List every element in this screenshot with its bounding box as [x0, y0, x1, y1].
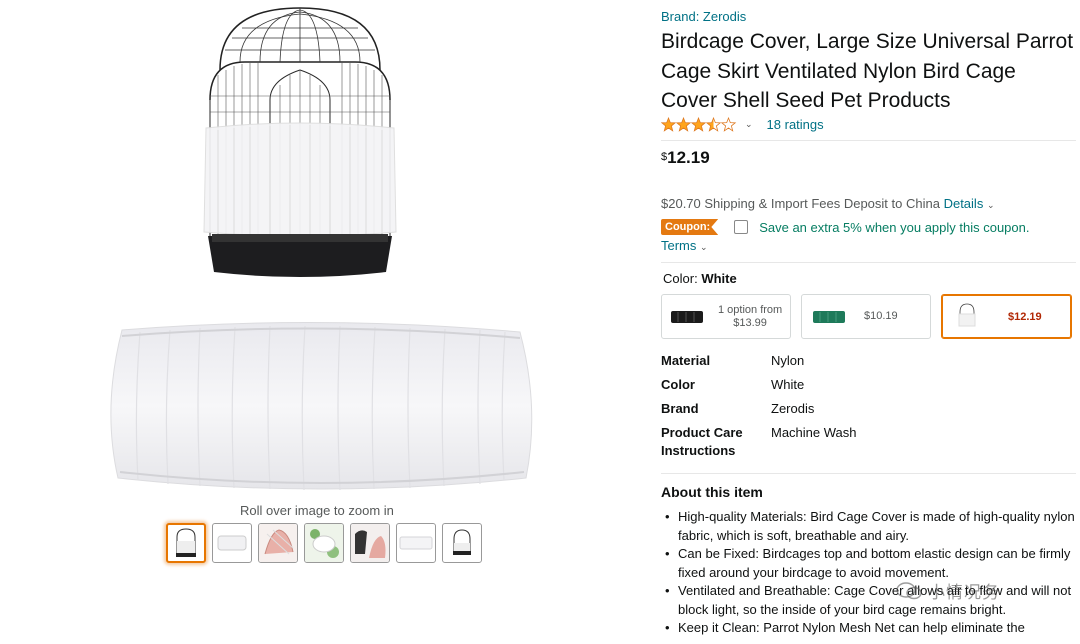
swatch-price: $10.19 — [864, 310, 898, 322]
shipping-text: $20.70 Shipping & Import Fees Deposit to… — [661, 196, 940, 211]
divider — [661, 473, 1076, 474]
thumbnail-cover[interactable] — [212, 523, 252, 563]
thumbnail-net-hand[interactable] — [350, 523, 390, 563]
watermark: 小情况务 — [896, 578, 1000, 603]
list-item: Can be Fixed: Birdcages top and bottom e… — [661, 545, 1076, 582]
chevron-down-icon: ⌄ — [700, 242, 708, 252]
thumbnail-strip — [166, 523, 482, 563]
attribute-row: Product Care Instructions Machine Wash — [661, 425, 857, 458]
ratings-count-link[interactable]: 18 ratings — [767, 117, 824, 132]
list-item: Keep it Clean: Parrot Nylon Mesh Net can… — [661, 619, 1076, 638]
coupon-checkbox[interactable] — [734, 220, 749, 234]
swatch-green[interactable]: $10.19 — [801, 294, 931, 339]
about-heading: About this item — [661, 484, 763, 500]
price-value: 12.19 — [667, 148, 710, 167]
cage-skirt-image — [100, 318, 540, 498]
main-product-image[interactable] — [100, 0, 540, 495]
divider — [661, 140, 1076, 141]
black-cover-thumb — [671, 310, 703, 323]
list-item: Ventilated and Breathable: Cage Cover al… — [661, 582, 1076, 619]
product-title: Birdcage Cover, Large Size Universal Par… — [661, 30, 1074, 112]
rating-row: ⌄ 18 ratings — [661, 115, 824, 133]
chevron-down-icon: ⌄ — [986, 200, 995, 210]
thumbnail-hand[interactable] — [258, 523, 298, 563]
attribute-row: Brand Zerodis — [661, 401, 815, 416]
swatch-option-price: $13.99 — [733, 316, 767, 329]
chevron-down-icon[interactable]: ⌄ — [745, 119, 753, 130]
coupon-badge: Coupon: — [661, 219, 719, 235]
white-cage-thumb — [958, 303, 976, 326]
birdcage-image — [180, 0, 420, 290]
price: $ 12.19 — [661, 148, 710, 168]
thumbnail-white-cover[interactable] — [396, 523, 436, 563]
swatch-white-selected[interactable]: $12.19 — [941, 294, 1072, 339]
terms-link[interactable]: Terms ⌄ — [661, 238, 708, 253]
color-swatches: 1 option from $13.99 $10.19 $12.19 — [661, 294, 1080, 339]
coupon-text: Save an extra 5% when you apply this cou… — [759, 219, 1030, 235]
wechat-icon — [896, 581, 922, 599]
zoom-hint: Roll over image to zoom in — [240, 503, 394, 518]
thumbnail-cage-small[interactable] — [442, 523, 482, 563]
shipping-info: $20.70 Shipping & Import Fees Deposit to… — [661, 196, 995, 211]
coupon-row: Coupon: Save an extra 5% when you apply … — [661, 219, 1030, 235]
green-cover-thumb — [813, 310, 845, 323]
swatch-price-selected: $12.19 — [1008, 310, 1042, 323]
thumbnail-cage[interactable] — [166, 523, 206, 563]
star-rating[interactable] — [661, 116, 737, 132]
attributes-table: Material Nylon Color White Brand Zerodis… — [661, 352, 857, 466]
divider — [661, 262, 1076, 263]
brand-link[interactable]: Brand: Zerodis — [661, 9, 746, 24]
stars-icon — [661, 116, 737, 132]
attribute-row: Color White — [661, 377, 805, 392]
shipping-details-link[interactable]: Details ⌄ — [944, 196, 995, 211]
feature-bullets: High-quality Materials: Bird Cage Cover … — [661, 508, 1076, 638]
attribute-row: Material Nylon — [661, 353, 805, 368]
swatch-black[interactable]: 1 option from $13.99 — [661, 294, 791, 339]
swatch-option-text: 1 option from — [718, 303, 783, 316]
thumbnail-seeds[interactable] — [304, 523, 344, 563]
color-label: Color: White — [663, 271, 737, 286]
color-value: White — [701, 271, 737, 286]
list-item: High-quality Materials: Bird Cage Cover … — [661, 508, 1076, 545]
